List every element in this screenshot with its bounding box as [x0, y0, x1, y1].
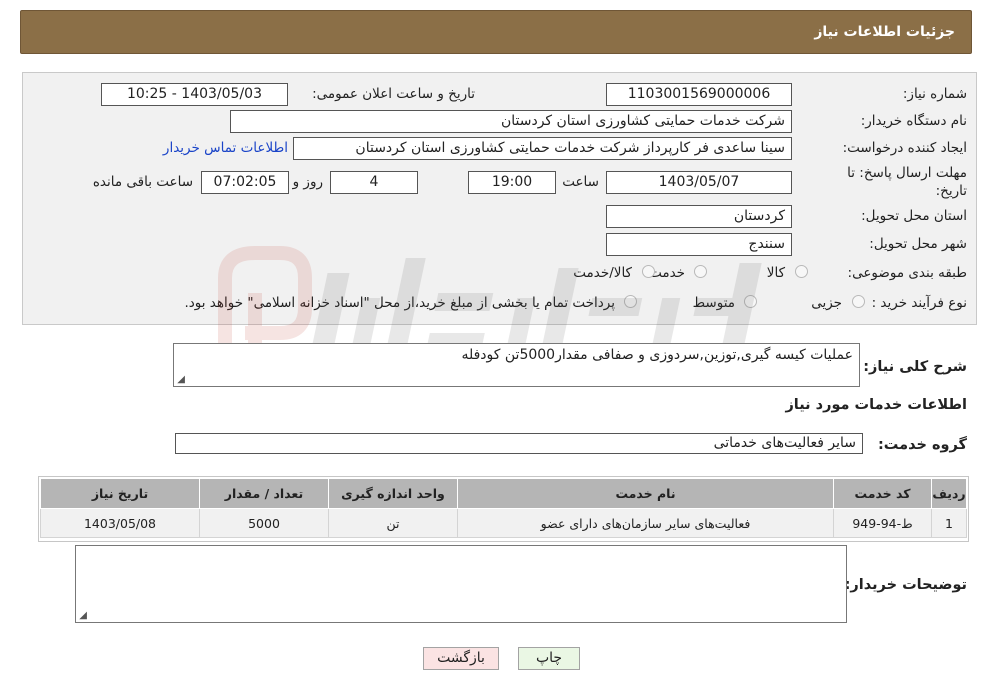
page-header: جزئیات اطلاعات نیاز — [20, 10, 972, 54]
deadline-time-field: 19:00 — [468, 171, 556, 194]
deadline-label: مهلت ارسال پاسخ: تا — [847, 165, 967, 181]
deadline-date-field: 1403/05/07 — [606, 171, 792, 194]
services-table: ردیف کد خدمت نام خدمت واحد اندازه گیری ت… — [40, 478, 967, 538]
col-row-number: ردیف — [931, 478, 967, 509]
need-number-label: شماره نیاز: — [902, 86, 967, 102]
category-goods-option: کالا — [766, 265, 785, 281]
table-header-row: ردیف کد خدمت نام خدمت واحد اندازه گیری ت… — [40, 478, 967, 509]
buyer-notes-label: توضیحات خریدار: — [844, 577, 967, 593]
announce-label: تاریخ و ساعت اعلان عمومی: — [312, 86, 475, 102]
service-group-field: سایر فعالیت‌های خدماتی — [175, 433, 863, 454]
print-button[interactable]: چاپ — [518, 647, 580, 670]
creator-label: ایجاد کننده درخواست: — [842, 140, 967, 156]
buyer-notes-textarea[interactable]: ◢ — [75, 545, 847, 623]
days-label: روز و — [292, 174, 323, 190]
services-section-title: اطلاعات خدمات مورد نیاز — [785, 397, 967, 413]
col-service-code: کد خدمت — [833, 478, 932, 509]
page-title: جزئیات اطلاعات نیاز — [814, 24, 955, 40]
process-minor-radio[interactable] — [852, 295, 865, 308]
cell-unit: تن — [328, 508, 458, 538]
summary-textarea[interactable]: عملیات کیسه گیری,توزین,سردوزی و صفافی مق… — [173, 343, 860, 387]
cell-service-name: فعالیت‌های سایر سازمان‌های دارای عضو — [457, 508, 834, 538]
city-field: سنندج — [606, 233, 792, 256]
buyer-org-label: نام دستگاه خریدار: — [860, 113, 967, 129]
table-row: 1 ط-94-949 فعالیت‌های سایر سازمان‌های دا… — [40, 508, 967, 538]
deadline-time-label: ساعت — [562, 174, 599, 190]
province-field: کردستان — [606, 205, 792, 228]
treasury-payment-note: پرداخت تمام یا بخشی از مبلغ خرید،از محل … — [184, 295, 615, 311]
cell-quantity: 5000 — [199, 508, 329, 538]
process-medium-option: متوسط — [692, 295, 735, 311]
announce-date-field: 1403/05/03 - 10:25 — [101, 83, 288, 106]
process-label: نوع فرآیند خرید : — [871, 295, 967, 311]
col-unit: واحد اندازه گیری — [328, 478, 458, 509]
process-medium-radio[interactable] — [744, 295, 757, 308]
treasury-payment-checkbox[interactable] — [624, 295, 637, 308]
category-label: طبقه بندی موضوعی: — [847, 265, 967, 281]
category-goods-service-radio[interactable] — [642, 265, 655, 278]
city-label: شهر محل تحویل: — [869, 236, 967, 252]
province-label: استان محل تحویل: — [861, 208, 967, 224]
col-service-name: نام خدمت — [457, 478, 834, 509]
buyer-org-field: شرکت خدمات حمایتی کشاورزی استان کردستان — [230, 110, 792, 133]
remaining-time-field: 07:02:05 — [201, 171, 289, 194]
col-need-date: تاریخ نیاز — [40, 478, 200, 509]
service-group-label: گروه خدمت: — [877, 437, 967, 453]
resize-handle-icon[interactable]: ◢ — [78, 611, 87, 621]
col-quantity: تعداد / مقدار — [199, 478, 329, 509]
category-goods-service-option: کالا/خدمت — [573, 265, 632, 281]
need-number-field: 1103001569000006 — [606, 83, 792, 106]
back-button[interactable]: بازگشت — [423, 647, 499, 670]
creator-field: سینا ساعدی فر کارپرداز شرکت خدمات حمایتی… — [293, 137, 792, 160]
remaining-days-field: 4 — [330, 171, 418, 194]
cell-need-date: 1403/05/08 — [40, 508, 200, 538]
deadline-label-2: تاریخ: — [935, 183, 967, 199]
cell-row-number: 1 — [931, 508, 967, 538]
summary-text: عملیات کیسه گیری,توزین,سردوزی و صفافی مق… — [461, 347, 853, 363]
summary-label: شرح کلی نیاز: — [863, 359, 967, 375]
buyer-contact-link[interactable]: اطلاعات تماس خریدار — [163, 140, 288, 156]
resize-handle-icon[interactable]: ◢ — [176, 375, 185, 385]
cell-service-code: ط-94-949 — [833, 508, 932, 538]
category-goods-radio[interactable] — [795, 265, 808, 278]
category-service-radio[interactable] — [694, 265, 707, 278]
remaining-label: ساعت باقی مانده — [92, 174, 193, 190]
process-minor-option: جزیی — [811, 295, 842, 311]
